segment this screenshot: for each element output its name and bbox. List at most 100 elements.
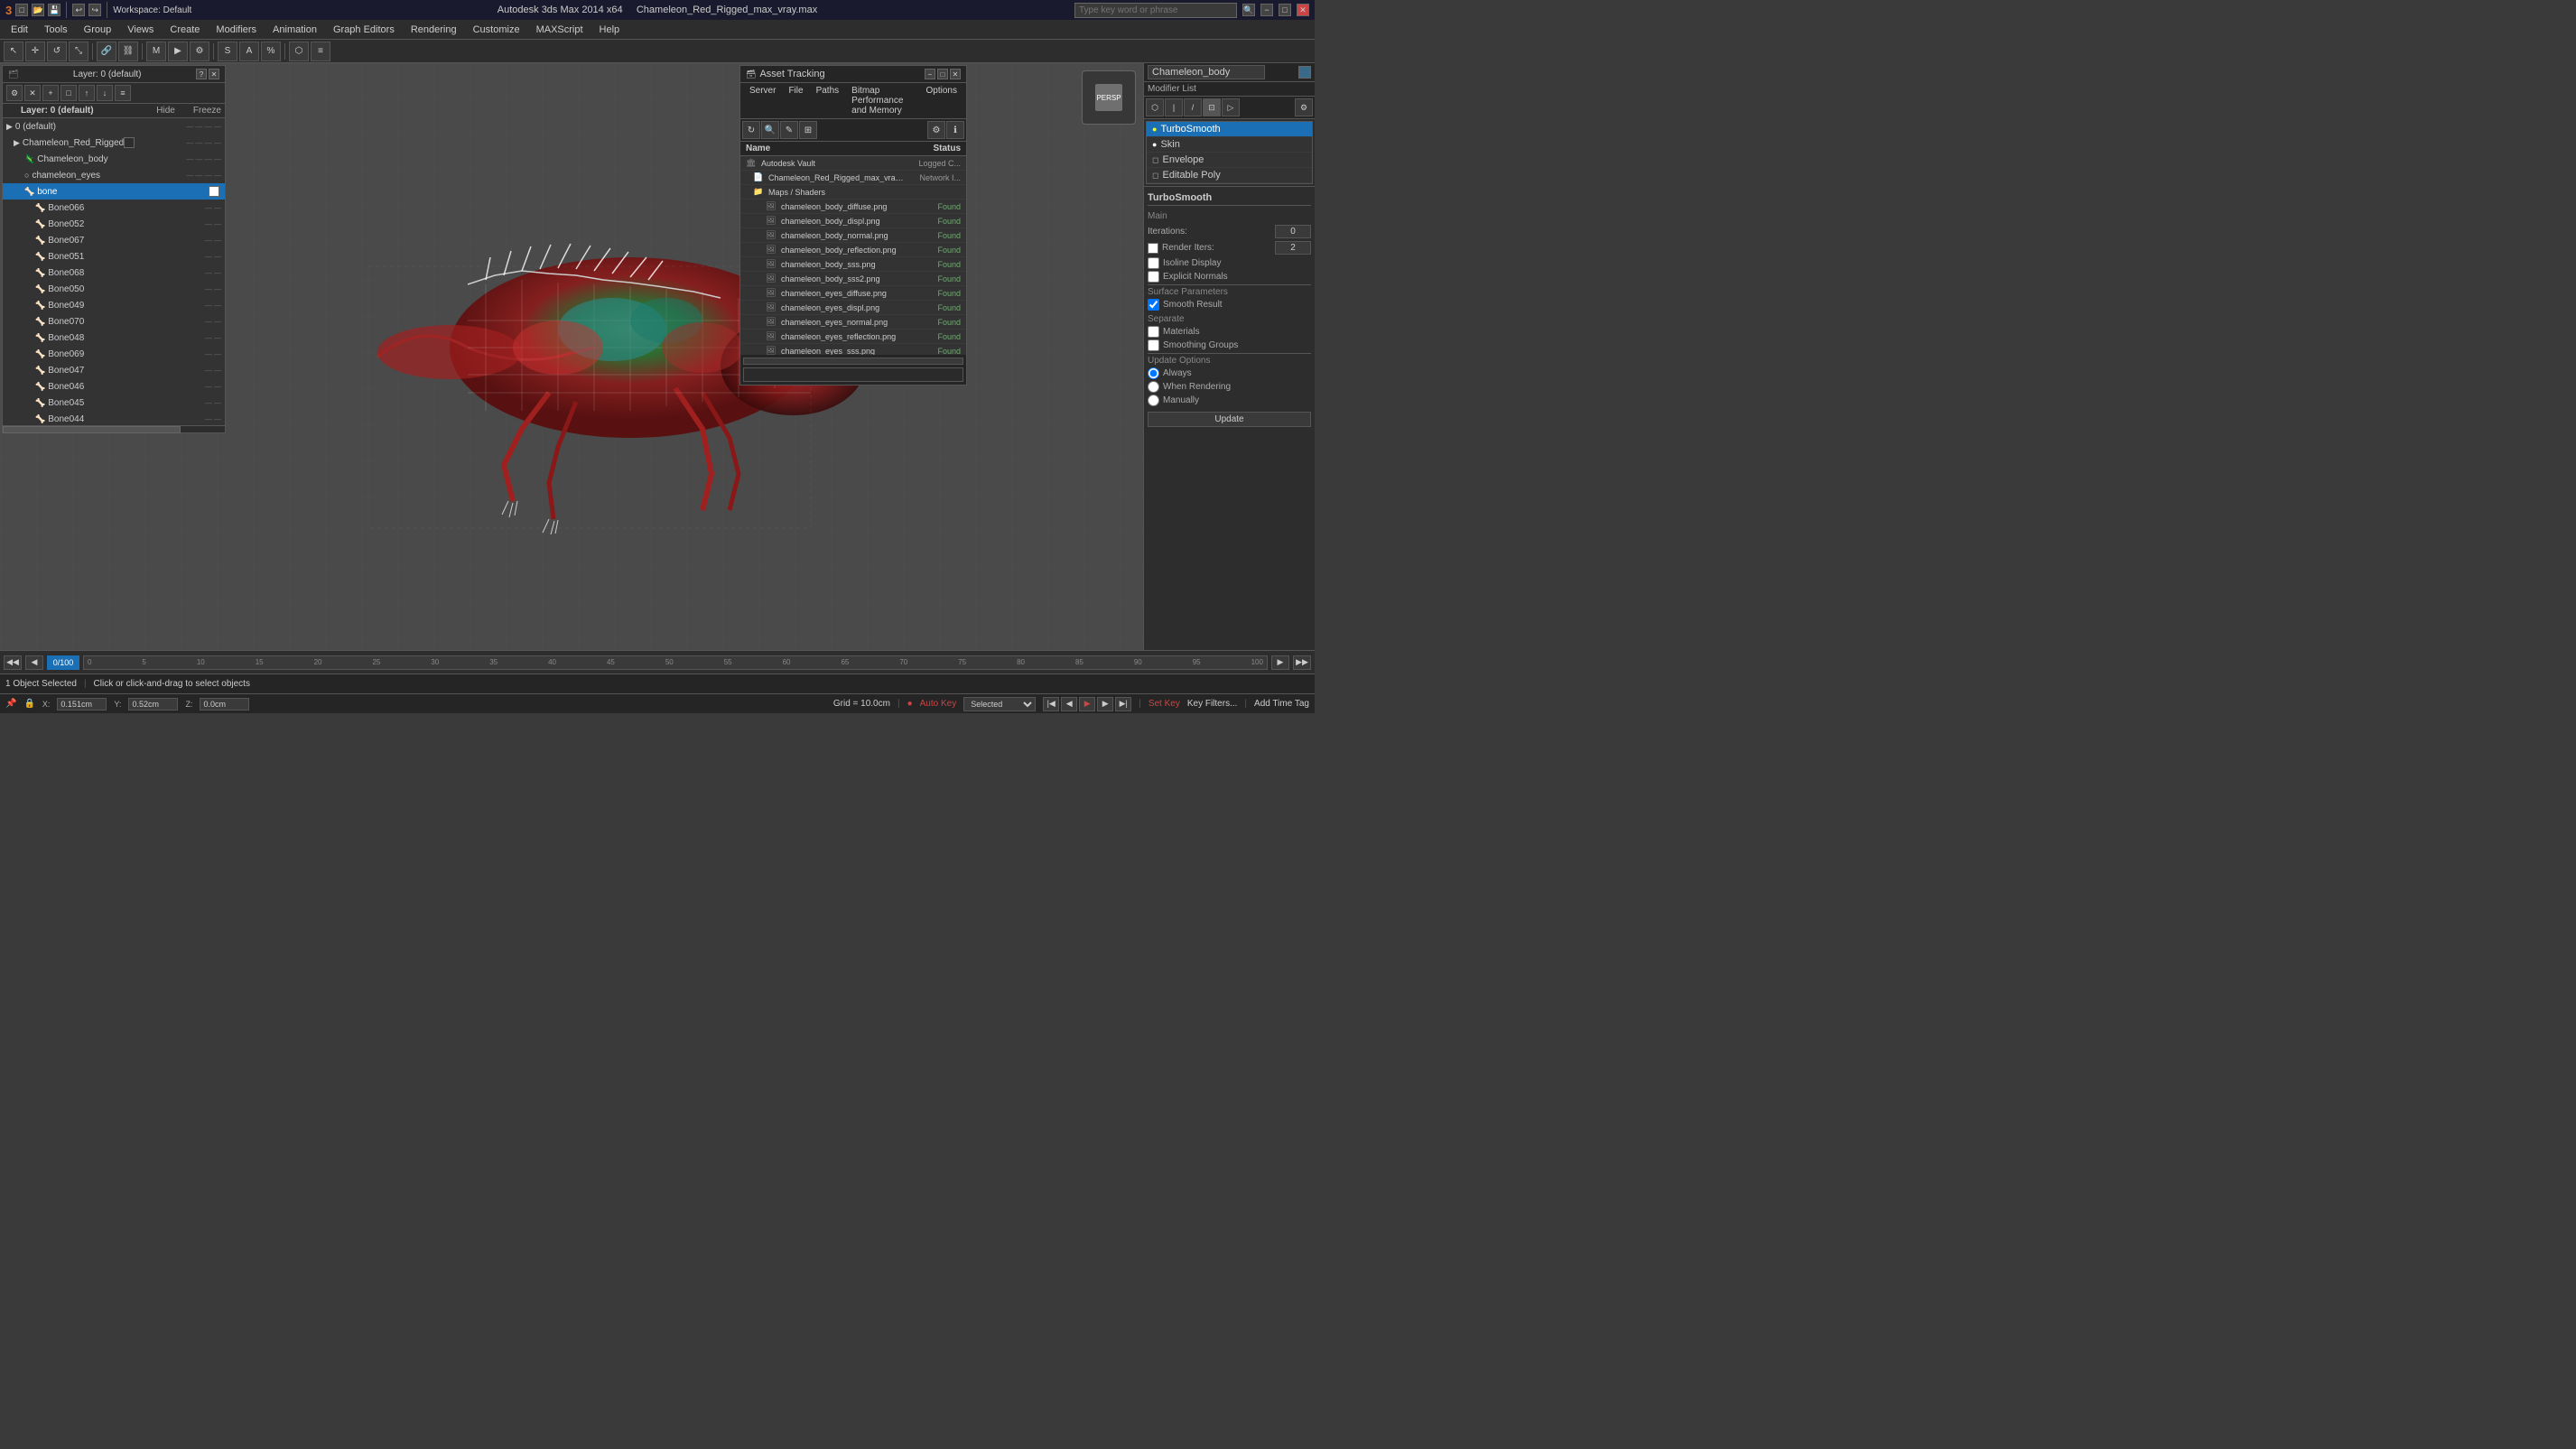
asset-row-map-0[interactable]: 🖼 chameleon_body_diffuse.png Found	[740, 200, 966, 214]
mod-icon-settings[interactable]: ⚙	[1295, 98, 1313, 116]
select-btn[interactable]: ↖	[4, 42, 23, 61]
percent-snap-btn[interactable]: %	[261, 42, 281, 61]
timeline-prev-btn[interactable]: ◀	[25, 655, 43, 670]
mod-item-skin[interactable]: ● Skin	[1147, 137, 1312, 153]
ts-update-btn[interactable]: Update	[1148, 412, 1311, 427]
layer-item-14[interactable]: 🦴 Bone069 — —	[3, 346, 225, 362]
unlink-btn[interactable]: ⛓	[118, 42, 138, 61]
minimize-btn[interactable]: −	[1260, 4, 1273, 16]
toolbar-btn-redo[interactable]: ↪	[88, 4, 101, 16]
toolbar-btn-save[interactable]: 💾	[48, 4, 60, 16]
menu-edit[interactable]: Edit	[4, 23, 35, 37]
menu-animation[interactable]: Animation	[265, 23, 324, 37]
ts-when-rendering-radio[interactable]	[1148, 381, 1159, 393]
ts-iterations-input[interactable]	[1275, 225, 1311, 238]
layer-item-18[interactable]: 🦴 Bone044 — —	[3, 411, 225, 425]
asset-tool-merge[interactable]: ⊞	[799, 121, 817, 139]
render-btn[interactable]: ▶	[168, 42, 188, 61]
layer-tool-add[interactable]: +	[42, 85, 59, 101]
asset-menu-options[interactable]: Options	[921, 85, 963, 116]
layer-tool-x[interactable]: ✕	[24, 85, 41, 101]
ts-always-radio[interactable]	[1148, 367, 1159, 379]
layer-item-8[interactable]: 🦴 Bone051 — —	[3, 248, 225, 265]
menu-views[interactable]: Views	[120, 23, 161, 37]
mod-icon-2[interactable]: |	[1165, 98, 1183, 116]
mod-icon-4[interactable]: ⊡	[1203, 98, 1221, 116]
z-input[interactable]	[200, 698, 249, 711]
layer-tool-arrow[interactable]: ↑	[79, 85, 95, 101]
layer-item-16[interactable]: 🦴 Bone046 — —	[3, 378, 225, 395]
auto-key-label[interactable]: Auto Key	[920, 699, 957, 709]
asset-row-map-5[interactable]: 🖼 chameleon_body_sss2.png Found	[740, 272, 966, 286]
asset-row-map-3[interactable]: 🖼 chameleon_body_reflection.png Found	[740, 243, 966, 257]
asset-minimize-btn[interactable]: −	[925, 69, 935, 79]
asset-tool-settings[interactable]: ⚙	[927, 121, 945, 139]
layer-item-15[interactable]: 🦴 Bone047 — —	[3, 362, 225, 378]
move-btn[interactable]: ✛	[25, 42, 45, 61]
angle-snap-btn[interactable]: A	[239, 42, 259, 61]
asset-menu-bitmap[interactable]: Bitmap Performance and Memory	[846, 85, 918, 116]
asset-row-map-9[interactable]: 🖼 chameleon_eyes_reflection.png Found	[740, 330, 966, 344]
play-end-btn[interactable]: ▶|	[1115, 697, 1131, 711]
menu-rendering[interactable]: Rendering	[404, 23, 464, 37]
menu-maxscript[interactable]: MAXScript	[529, 23, 591, 37]
y-input[interactable]	[128, 698, 178, 711]
mod-icon-5[interactable]: ▷	[1222, 98, 1240, 116]
timeline-back-btn[interactable]: ◀◀	[4, 655, 22, 670]
key-filters-label[interactable]: Key Filters...	[1187, 699, 1238, 709]
search-icon[interactable]: 🔍	[1242, 4, 1255, 16]
auto-key-icon[interactable]: ●	[907, 699, 913, 709]
ts-smoothing-groups-check[interactable]	[1148, 339, 1159, 351]
layer-tool-list[interactable]: ≡	[115, 85, 131, 101]
asset-row-maps-folder[interactable]: 📁 Maps / Shaders	[740, 185, 966, 200]
x-input[interactable]	[57, 698, 107, 711]
material-editor-btn[interactable]: M	[146, 42, 166, 61]
render-setup-btn[interactable]: ⚙	[190, 42, 209, 61]
menu-group[interactable]: Group	[77, 23, 119, 37]
asset-row-map-4[interactable]: 🖼 chameleon_body_sss.png Found	[740, 257, 966, 272]
ts-manually-radio[interactable]	[1148, 395, 1159, 406]
timeline-end-btn[interactable]: ▶▶	[1293, 655, 1311, 670]
add-time-tag-label[interactable]: Add Time Tag	[1254, 699, 1309, 709]
asset-maximize-btn[interactable]: □	[937, 69, 948, 79]
layer-item-6[interactable]: 🦴 Bone052 — —	[3, 216, 225, 232]
asset-row-map-7[interactable]: 🖼 chameleon_eyes_displ.png Found	[740, 301, 966, 315]
layer-tool-settings[interactable]: ⚙	[6, 85, 23, 101]
layer-item-5[interactable]: 🦴 Bone066 — —	[3, 200, 225, 216]
viewport[interactable]: [+] [Perspective] [Shaded + Edged Faces]…	[0, 63, 1143, 650]
mirror-btn[interactable]: ⬡	[289, 42, 309, 61]
ts-render-iters-check[interactable]	[1148, 243, 1158, 254]
layer-tool-box[interactable]: □	[60, 85, 77, 101]
asset-row-max[interactable]: 📄 Chameleon_Red_Rigged_max_vray.max Netw…	[740, 171, 966, 185]
asset-row-map-1[interactable]: 🖼 chameleon_body_displ.png Found	[740, 214, 966, 228]
toolbar-btn-new[interactable]: □	[15, 4, 28, 16]
mod-item-turbosmooth[interactable]: ● TurboSmooth	[1147, 122, 1312, 137]
ts-render-iters-input[interactable]	[1275, 241, 1311, 255]
mod-item-envelope[interactable]: ◻ Envelope	[1147, 153, 1312, 168]
layer-item-13[interactable]: 🦴 Bone048 — —	[3, 330, 225, 346]
play-next-btn[interactable]: ▶	[1097, 697, 1113, 711]
snap-icon[interactable]: 📌	[5, 699, 16, 709]
layers-close-btn[interactable]: ✕	[209, 69, 219, 79]
ts-explicit-normals-check[interactable]	[1148, 271, 1159, 283]
asset-row-map-10[interactable]: 🖼 chameleon_eyes_sss.png Found	[740, 344, 966, 355]
close-btn[interactable]: ✕	[1297, 4, 1309, 16]
snap-btn[interactable]: S	[218, 42, 237, 61]
asset-row-map-2[interactable]: 🖼 chameleon_body_normal.png Found	[740, 228, 966, 243]
layer-item-7[interactable]: 🦴 Bone067 — —	[3, 232, 225, 248]
layer-item-10[interactable]: 🦴 Bone050 — —	[3, 281, 225, 297]
layer-item-12[interactable]: 🦴 Bone070 — —	[3, 313, 225, 330]
asset-menu-server[interactable]: Server	[744, 85, 781, 116]
menu-customize[interactable]: Customize	[466, 23, 527, 37]
timeline-next-btn[interactable]: ▶	[1271, 655, 1289, 670]
play-start-btn[interactable]: |◀	[1043, 697, 1059, 711]
mod-icon-3[interactable]: /	[1184, 98, 1202, 116]
menu-modifiers[interactable]: Modifiers	[209, 23, 264, 37]
menu-tools[interactable]: Tools	[37, 23, 75, 37]
play-prev-btn[interactable]: ◀	[1061, 697, 1077, 711]
asset-close-btn[interactable]: ✕	[950, 69, 961, 79]
layers-scrollbar[interactable]	[3, 425, 225, 432]
lock-icon[interactable]: 🔒	[23, 699, 34, 709]
asset-menu-paths[interactable]: Paths	[811, 85, 845, 116]
menu-help[interactable]: Help	[592, 23, 628, 37]
